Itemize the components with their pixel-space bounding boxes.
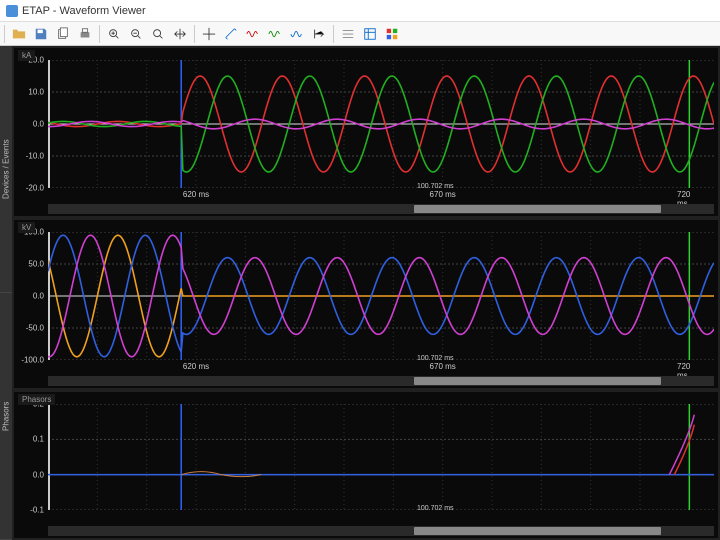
- cursor-icon[interactable]: [199, 24, 219, 44]
- toolbar-sep: [333, 25, 334, 43]
- window-title: ETAP - Waveform Viewer: [22, 5, 146, 17]
- measure-icon[interactable]: [221, 24, 241, 44]
- y-tick-label: -0.1: [30, 506, 44, 515]
- folder-open-icon[interactable]: [9, 24, 29, 44]
- workspace: Devices / Events Phasors kA -20.0 -10.0 0.…: [0, 46, 720, 540]
- x-tick-label: 620 ms: [183, 190, 209, 199]
- y-tick-label: 50.0: [28, 260, 44, 269]
- zoom-in-icon[interactable]: [104, 24, 124, 44]
- y-axis: -100.0-50.00.050.0100.0: [14, 232, 46, 360]
- y-axis: -0.10.00.10.2: [14, 404, 46, 510]
- panel-phasors: Phasors -0.10.00.10.2 100.702 ms: [14, 392, 718, 538]
- y-tick-label: -20.0: [26, 184, 44, 193]
- title-bar: ETAP - Waveform Viewer: [0, 0, 720, 22]
- list-icon[interactable]: [360, 24, 380, 44]
- plot-stack: kA -20.0-10.00.010.020.0 100.702 ms 620 …: [12, 46, 720, 540]
- toolbar-sep: [4, 25, 5, 43]
- color-icon[interactable]: [382, 24, 402, 44]
- x-axis: [48, 512, 714, 524]
- copy-icon[interactable]: [53, 24, 73, 44]
- y-tick-label: -10.0: [26, 152, 44, 161]
- zoom-out-icon[interactable]: [126, 24, 146, 44]
- panel-current: kA -20.0-10.00.010.020.0 100.702 ms 620 …: [14, 48, 718, 216]
- print-icon[interactable]: [75, 24, 95, 44]
- side-tab-phasors[interactable]: Phasors: [0, 293, 12, 540]
- plot-area[interactable]: [48, 404, 714, 510]
- toolbar: [0, 22, 720, 46]
- y-tick-label: 0.0: [33, 120, 44, 129]
- time-marker: 100.702 ms: [417, 505, 454, 512]
- y-tick-label: 0.0: [33, 292, 44, 301]
- panel-title: Phasors: [18, 394, 55, 405]
- toolbar-sep: [194, 25, 195, 43]
- y-tick-label: -50.0: [26, 324, 44, 333]
- shift-right-icon[interactable]: [309, 24, 329, 44]
- plot-area[interactable]: [48, 232, 714, 360]
- shift-left-icon[interactable]: [287, 24, 307, 44]
- plot-area[interactable]: [48, 60, 714, 188]
- y-tick-label: 0.1: [33, 435, 44, 444]
- panel-title: kV: [18, 222, 35, 233]
- panel-title: kA: [18, 50, 35, 61]
- y-axis: -20.0-10.00.010.020.0: [14, 60, 46, 188]
- side-tab-devices[interactable]: Devices / Events: [0, 46, 12, 293]
- scroll-thumb[interactable]: [414, 527, 660, 535]
- y-tick-label: -100.0: [21, 356, 44, 365]
- side-tabs: Devices / Events Phasors: [0, 46, 12, 540]
- x-tick-label: 670 ms: [430, 190, 456, 199]
- save-icon[interactable]: [31, 24, 51, 44]
- y-tick-label: 0.0: [33, 470, 44, 479]
- toolbar-sep: [99, 25, 100, 43]
- remove-wave-icon[interactable]: [265, 24, 285, 44]
- time-marker: 100.702 ms: [417, 183, 454, 190]
- y-tick-label: 10.0: [28, 88, 44, 97]
- scrollbar[interactable]: [48, 376, 714, 386]
- scroll-thumb[interactable]: [414, 377, 660, 385]
- zoom-fit-icon[interactable]: [148, 24, 168, 44]
- x-axis: 620 ms670 ms720 ms: [48, 190, 714, 202]
- grid-icon[interactable]: [338, 24, 358, 44]
- x-tick-label: 670 ms: [430, 362, 456, 371]
- app-icon: [6, 5, 18, 17]
- x-tick-label: 620 ms: [183, 362, 209, 371]
- scrollbar[interactable]: [48, 526, 714, 536]
- pan-icon[interactable]: [170, 24, 190, 44]
- panel-voltage: kV -100.0-50.00.050.0100.0 100.702 ms 62…: [14, 220, 718, 388]
- scroll-thumb[interactable]: [414, 205, 660, 213]
- x-axis: 620 ms670 ms720 ms: [48, 362, 714, 374]
- add-wave-icon[interactable]: [243, 24, 263, 44]
- time-marker: 100.702 ms: [417, 355, 454, 362]
- scrollbar[interactable]: [48, 204, 714, 214]
